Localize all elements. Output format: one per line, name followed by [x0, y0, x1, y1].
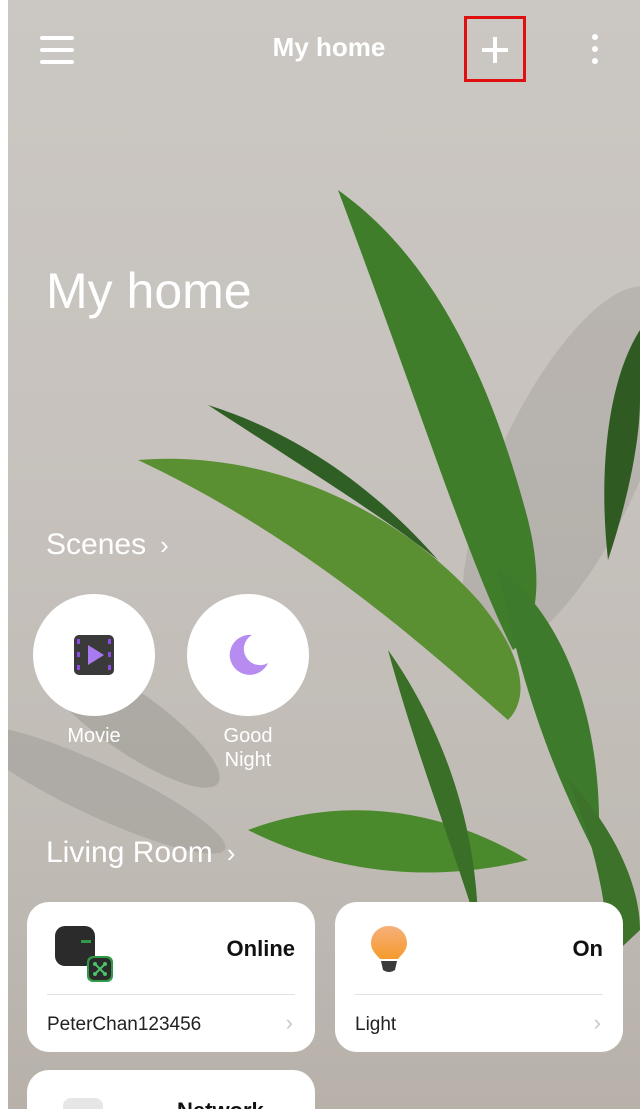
- device-name: Light: [355, 1014, 397, 1035]
- scene-movie[interactable]: Movie: [33, 594, 155, 748]
- scenes-title: Scenes: [46, 528, 147, 561]
- header-title: My home: [272, 32, 386, 62]
- add-button[interactable]: [464, 16, 526, 82]
- living-room-title: Living Room: [46, 836, 213, 869]
- card-divider: [355, 994, 603, 995]
- chevron-right-icon: ›: [226, 838, 236, 868]
- home-screen: My home My home Scenes› Movie Good Nigh: [8, 0, 640, 1109]
- scene-movie-button[interactable]: [33, 594, 155, 716]
- card-divider: [47, 994, 295, 995]
- device-card-gateway[interactable]: Online PeterChan123456 ›: [27, 902, 315, 1052]
- chevron-right-icon[interactable]: ›: [594, 1010, 601, 1036]
- top-bar: My home: [8, 0, 640, 100]
- device-status: On: [572, 936, 603, 961]
- scene-good-night[interactable]: Good Night: [187, 594, 309, 772]
- device-card-light[interactable]: On Light ›: [335, 902, 623, 1052]
- scenes-header[interactable]: Scenes ›: [46, 528, 169, 562]
- gateway-icon: [55, 926, 113, 982]
- device-icon-partial: [63, 1098, 103, 1109]
- device-status-partial: Network: [177, 1098, 264, 1109]
- hamburger-menu-icon[interactable]: [40, 36, 74, 64]
- device-status: Online: [226, 936, 295, 961]
- scene-good-night-button[interactable]: [187, 594, 309, 716]
- bulb-icon: [371, 926, 407, 972]
- chevron-right-icon: ›: [160, 530, 169, 560]
- scene-good-night-label: Good Night: [223, 725, 273, 771]
- movie-icon: [74, 635, 114, 675]
- device-card-partial[interactable]: Network: [27, 1070, 315, 1109]
- moon-icon: [229, 634, 268, 675]
- chevron-right-icon[interactable]: ›: [286, 1010, 293, 1036]
- living-room-header[interactable]: Living Room ›: [46, 836, 235, 870]
- home-title: My home: [46, 263, 252, 319]
- device-name: PeterChan123456: [47, 1014, 202, 1035]
- more-options-icon[interactable]: [585, 34, 605, 68]
- scene-movie-label: Movie: [67, 725, 121, 747]
